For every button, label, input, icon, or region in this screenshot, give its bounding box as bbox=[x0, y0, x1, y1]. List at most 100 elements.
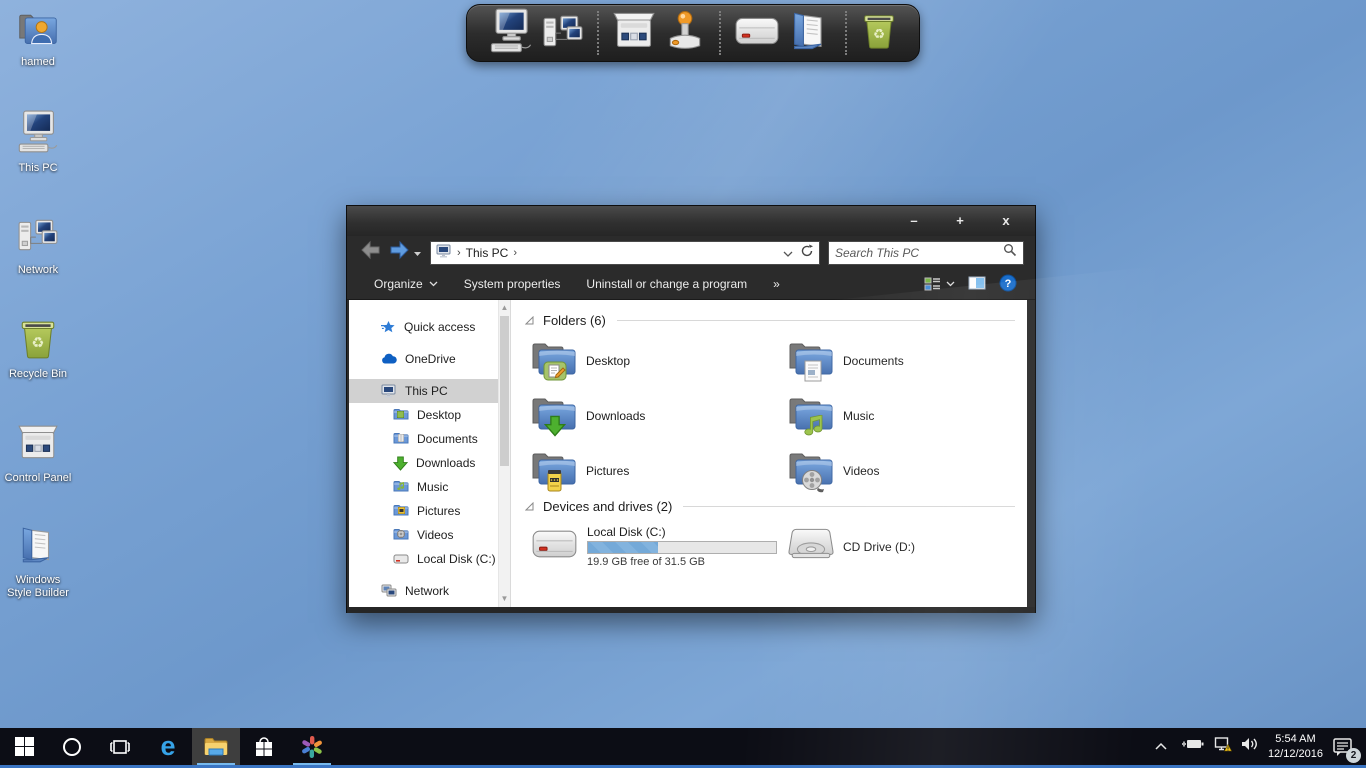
dock-group-recycle bbox=[847, 12, 911, 55]
hard-drive-icon bbox=[531, 528, 578, 565]
window-bottom-frame bbox=[347, 607, 1035, 613]
dock-group-storage bbox=[721, 9, 845, 58]
desktop-folder-icon bbox=[393, 407, 409, 424]
downloads-folder-icon bbox=[531, 393, 577, 438]
desktop: hamed This PC Network Recycle Bin Contro… bbox=[0, 0, 1366, 768]
recycle-bin-icon bbox=[2, 318, 74, 365]
close-button[interactable]: x bbox=[983, 207, 1029, 235]
system-tray: 5:54 AM 12/12/2016 2 bbox=[1154, 728, 1366, 765]
drive-icon[interactable] bbox=[734, 15, 780, 52]
svg-text:?: ? bbox=[1005, 278, 1012, 290]
open-folder-icon bbox=[2, 524, 74, 571]
collapse-triangle-icon bbox=[525, 502, 534, 511]
control-panel-icon[interactable] bbox=[612, 9, 656, 58]
forward-button[interactable] bbox=[388, 240, 410, 265]
clock[interactable]: 5:54 AM 12/12/2016 bbox=[1268, 732, 1323, 762]
network-icon bbox=[381, 584, 397, 598]
drive-tile-local-disk-c[interactable]: Local Disk (C:) 19.9 GB free of 31.5 GB bbox=[531, 523, 788, 570]
desktop-icon-this-pc[interactable]: This PC bbox=[2, 110, 74, 175]
folder-tile-desktop[interactable]: Desktop bbox=[531, 337, 788, 384]
volume-icon[interactable] bbox=[1241, 736, 1259, 757]
folder-tile-videos[interactable]: Videos bbox=[788, 447, 1023, 494]
recycle-bin-icon[interactable] bbox=[860, 12, 898, 55]
sidebar-item-videos[interactable]: Videos bbox=[349, 523, 510, 547]
disk-free-space: 19.9 GB free of 31.5 GB bbox=[587, 556, 777, 568]
back-button[interactable] bbox=[360, 240, 382, 265]
sidebar-item-downloads[interactable]: Downloads bbox=[349, 451, 510, 475]
navigation-pane: Quick access OneDrive This PC Desktop Do… bbox=[349, 300, 511, 607]
control-panel-icon bbox=[2, 422, 74, 469]
refresh-icon[interactable] bbox=[800, 244, 814, 261]
desktop-icon-windows-style-builder[interactable]: Windows Style Builder bbox=[2, 524, 74, 599]
help-button[interactable]: ? bbox=[999, 274, 1017, 295]
drive-tile-cd-d[interactable]: CD Drive (D:) bbox=[788, 523, 1023, 570]
folder-tile-pictures[interactable]: Pictures bbox=[531, 447, 788, 494]
desktop-icon-label: Network bbox=[2, 264, 74, 277]
minimize-button[interactable]: – bbox=[891, 207, 937, 235]
desktop-icon-control-panel[interactable]: Control Panel bbox=[2, 422, 74, 485]
folder-tile-downloads[interactable]: Downloads bbox=[531, 392, 788, 439]
file-explorer-button[interactable] bbox=[192, 728, 240, 765]
group-header-folders[interactable]: Folders (6) bbox=[525, 313, 1023, 328]
desktop-icon-recycle-bin[interactable]: Recycle Bin bbox=[2, 318, 74, 381]
sidebar-item-this-pc[interactable]: This PC bbox=[349, 379, 510, 403]
open-folder-icon[interactable] bbox=[788, 9, 832, 58]
search-box[interactable]: Search This PC bbox=[828, 241, 1024, 265]
edge-button[interactable]: e bbox=[144, 728, 192, 765]
pinwheel-app-button[interactable] bbox=[288, 728, 336, 765]
desktop-icon-label: Windows Style Builder bbox=[2, 574, 74, 599]
sidebar-item-desktop[interactable]: Desktop bbox=[349, 403, 510, 427]
documents-folder-icon bbox=[393, 431, 409, 448]
windows-logo-icon bbox=[15, 737, 34, 756]
titlebar[interactable]: – + x bbox=[347, 206, 1035, 236]
search-icon[interactable] bbox=[1003, 243, 1017, 262]
change-view-button[interactable] bbox=[924, 277, 955, 292]
tray-expand-icon[interactable] bbox=[1154, 738, 1168, 756]
system-properties-button[interactable]: System properties bbox=[451, 277, 574, 291]
folder-tile-music[interactable]: Music bbox=[788, 392, 1023, 439]
sidebar-item-pictures[interactable]: Pictures bbox=[349, 499, 510, 523]
cortana-button[interactable] bbox=[48, 728, 96, 765]
edge-icon: e bbox=[160, 733, 175, 760]
battery-icon[interactable] bbox=[1181, 737, 1205, 756]
desktop-icon-network[interactable]: Network bbox=[2, 214, 74, 277]
breadcrumb[interactable]: This PC bbox=[466, 246, 509, 260]
explorer-window: – + x › This PC › bbox=[346, 205, 1036, 613]
breadcrumb-separator[interactable]: › bbox=[513, 247, 517, 259]
chevron-down-icon bbox=[429, 281, 438, 287]
maximize-button[interactable]: + bbox=[937, 207, 983, 235]
start-button[interactable] bbox=[0, 728, 48, 765]
videos-folder-icon bbox=[788, 448, 834, 493]
sidebar-item-local-disk-c[interactable]: Local Disk (C:) bbox=[349, 547, 510, 571]
folder-tile-documents[interactable]: Documents bbox=[788, 337, 1023, 384]
network-status-icon[interactable] bbox=[1214, 736, 1232, 757]
action-center-button[interactable]: 2 bbox=[1332, 736, 1354, 758]
sidebar-item-music[interactable]: Music bbox=[349, 475, 510, 499]
store-button[interactable] bbox=[240, 728, 288, 765]
recent-locations-dropdown[interactable] bbox=[413, 244, 422, 262]
sidebar-item-network[interactable]: Network bbox=[349, 579, 510, 603]
sidebar-item-quick-access[interactable]: Quick access bbox=[349, 315, 510, 339]
scroll-down-icon[interactable]: ▼ bbox=[499, 592, 510, 606]
desktop-icon-hamed[interactable]: hamed bbox=[2, 8, 74, 69]
joystick-icon[interactable] bbox=[664, 10, 706, 57]
organize-menu[interactable]: Organize bbox=[361, 277, 451, 291]
group-header-devices[interactable]: Devices and drives (2) bbox=[525, 499, 1023, 514]
sidebar-item-documents[interactable]: Documents bbox=[349, 427, 510, 451]
address-dropdown-icon[interactable] bbox=[783, 246, 793, 260]
quick-access-star-icon bbox=[381, 320, 396, 335]
scroll-up-icon[interactable]: ▲ bbox=[499, 301, 510, 315]
search-input[interactable]: Search This PC bbox=[835, 246, 1003, 260]
sidebar-scrollbar[interactable]: ▲ ▼ bbox=[498, 300, 510, 607]
address-bar[interactable]: › This PC › bbox=[430, 241, 820, 265]
pictures-folder-icon bbox=[393, 503, 409, 520]
scrollbar-thumb[interactable] bbox=[500, 316, 509, 466]
computer-icon[interactable] bbox=[488, 8, 534, 59]
documents-folder-icon bbox=[788, 338, 834, 383]
uninstall-program-button[interactable]: Uninstall or change a program bbox=[573, 277, 760, 291]
preview-pane-button[interactable] bbox=[968, 276, 986, 293]
toolbar-overflow-chevron[interactable]: » bbox=[760, 277, 793, 291]
sidebar-item-onedrive[interactable]: OneDrive bbox=[349, 347, 510, 371]
task-view-button[interactable] bbox=[96, 728, 144, 765]
network-icon[interactable] bbox=[542, 10, 584, 57]
